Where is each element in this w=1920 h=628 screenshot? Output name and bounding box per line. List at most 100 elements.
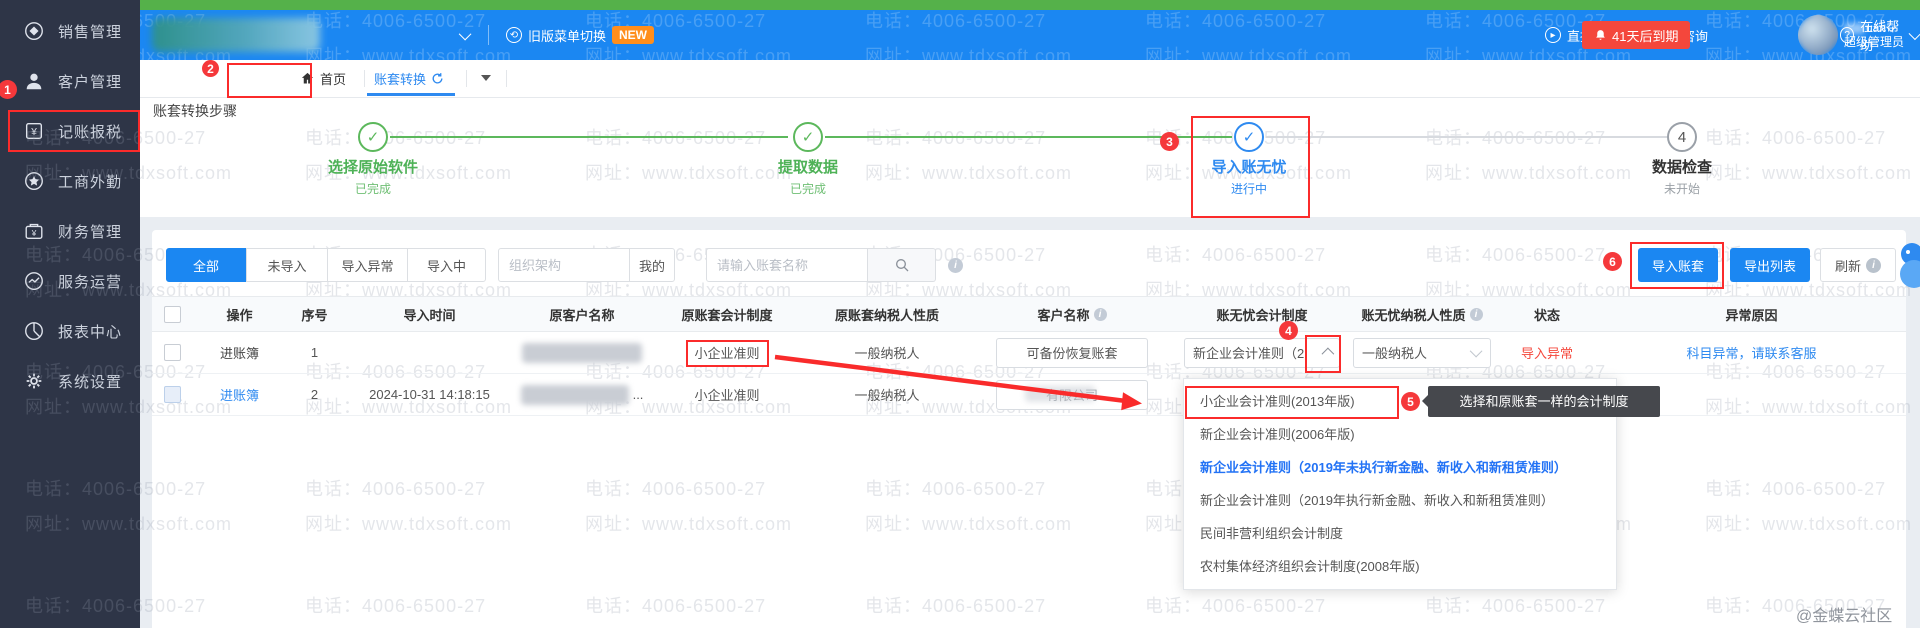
table-header-row: 操作 序号 导入时间 原客户名称 原账套会计制度 原账套纳税人性质 客户名称i … — [152, 296, 1906, 332]
sidebar-item-sales[interactable]: 销售管理 — [0, 6, 140, 56]
new-badge: NEW — [612, 26, 654, 44]
mine-filter-button[interactable]: 我的 — [629, 248, 675, 282]
dropdown-option[interactable]: 新企业会计准则（2019年执行新金融、新收入和新租赁准则） — [1184, 484, 1616, 517]
status-badge: 导入异常 — [1497, 343, 1597, 362]
step1-status: 已完成 — [273, 180, 473, 197]
sidebar-item-operations[interactable]: 服务运营 — [0, 256, 140, 306]
step3-status: 进行中 — [1149, 180, 1349, 197]
col-orig-taxpayer: 原账套纳税人性质 — [807, 305, 967, 324]
step3-circle: ✓ — [1234, 122, 1264, 152]
gear-icon — [22, 369, 46, 393]
customer-name-box[interactable]: 可备份恢复账套 — [996, 338, 1148, 368]
assistant-mascot[interactable] — [1894, 240, 1920, 295]
legacy-menu-switch[interactable]: ⟲ 旧版菜单切换 NEW — [506, 10, 654, 60]
enter-ledger-action[interactable]: 进账簿 — [192, 343, 287, 362]
chevron-down-icon — [1887, 22, 1897, 32]
step4-name: 数据检查 — [1582, 156, 1782, 177]
info-icon[interactable]: i — [1470, 308, 1483, 321]
filter-importing[interactable]: 导入中 — [407, 248, 486, 282]
sidebar-item-finance[interactable]: ¥ 财务管理 — [0, 206, 140, 256]
pie-chart-icon — [22, 319, 46, 343]
sidebar-item-label: 财务管理 — [58, 221, 122, 242]
sidebar-item-label: 记账报税 — [58, 121, 122, 142]
info-icon: i — [1866, 258, 1881, 273]
refresh-button[interactable]: 刷新 i — [1820, 248, 1896, 282]
tab-home[interactable]: 首页 — [300, 60, 346, 96]
refresh-tab-icon[interactable] — [431, 72, 444, 85]
col-error-reason: 异常原因 — [1597, 305, 1906, 324]
step4-circle: 4 — [1667, 122, 1697, 152]
org-switch-chevron[interactable] — [462, 10, 471, 60]
tab-account-conversion[interactable]: 账套转换 — [374, 60, 444, 96]
sidebar-item-reports[interactable]: 报表中心 — [0, 306, 140, 356]
steps-title: 账套转换步骤 — [153, 101, 237, 121]
tab-active-label: 账套转换 — [374, 69, 426, 88]
sidebar-item-label: 服务运营 — [58, 271, 122, 292]
dropdown-option[interactable]: 农村集体经济组织会计制度(2008年版) — [1184, 550, 1616, 583]
sidebar: 销售管理 客户管理 ¥ 记账报税 工商外勤 ¥ 财务管理 服务运营 — [0, 0, 140, 628]
orig-customer-suffix: ... — [633, 387, 644, 402]
step-connector-pending — [1266, 136, 1667, 138]
tab-separator — [364, 70, 365, 87]
dropdown-option[interactable]: 新企业会计准则（2019年未执行新金融、新收入和新租赁准则） — [1184, 451, 1616, 484]
tab-list-dropdown-caret[interactable] — [481, 75, 491, 81]
zwy-taxpayer-select[interactable]: 一般纳税人 — [1353, 338, 1491, 368]
user-role: 超级管理员 — [1844, 35, 1904, 49]
svg-text:¥: ¥ — [30, 127, 37, 138]
dropdown-option[interactable]: 新企业会计准则(2006年版) — [1184, 418, 1616, 451]
col-index: 序号 — [287, 305, 342, 324]
import-account-set-button[interactable]: 导入账套 — [1638, 248, 1718, 282]
orig-standard-value: 小企业准则 — [647, 385, 807, 404]
export-list-button[interactable]: 导出列表 — [1730, 248, 1810, 282]
zwy-taxpayer-value: 一般纳税人 — [1362, 343, 1427, 362]
app-root: 销售管理 客户管理 ¥ 记账报税 工商外勤 ¥ 财务管理 服务运营 — [0, 0, 1920, 628]
col-operation: 操作 — [192, 305, 287, 324]
customer-name-box[interactable]: 有限公司 — [996, 380, 1148, 410]
filter-all[interactable]: 全部 — [166, 248, 246, 282]
col-import-time: 导入时间 — [342, 305, 517, 324]
tab-bar: 首页 账套转换 — [140, 60, 1920, 98]
dropdown-option[interactable]: 民间非营利组织会计制度 — [1184, 517, 1616, 550]
table-row: 进账簿 1 小企业准则 一般纳税人 可备份恢复账套 新企业会计准则（2 一般纳税… — [152, 332, 1906, 374]
col-status: 状态 — [1497, 305, 1597, 324]
filter-import-error[interactable]: 导入异常 — [327, 248, 408, 282]
step2-name: 提取数据 — [708, 156, 908, 177]
top-green-strip — [140, 0, 1920, 10]
annotation-badge-3: 3 — [1160, 132, 1179, 151]
info-icon[interactable]: i — [948, 258, 963, 273]
expire-warning-badge[interactable]: 41天后到期 — [1582, 21, 1690, 49]
org-structure-select[interactable] — [498, 248, 630, 282]
user-info[interactable]: uan 超级管理员 — [1844, 21, 1904, 49]
name-blur — [1844, 23, 1864, 34]
sidebar-item-fieldwork[interactable]: 工商外勤 — [0, 156, 140, 206]
svg-text:¥: ¥ — [31, 229, 37, 238]
avatar[interactable] — [1798, 15, 1838, 55]
sidebar-item-label: 工商外勤 — [58, 171, 122, 192]
row-checkbox[interactable] — [164, 344, 181, 361]
customer-icon — [22, 69, 46, 93]
sidebar-item-customers[interactable]: 客户管理 — [0, 56, 140, 106]
orig-taxpayer-value: 一般纳税人 — [807, 343, 967, 362]
col-zwy-taxpayer: 账无忧纳税人性质i — [1347, 305, 1497, 324]
row-checkbox[interactable] — [164, 386, 181, 403]
tab-separator — [466, 70, 467, 87]
filter-not-imported[interactable]: 未导入 — [246, 248, 328, 282]
sidebar-item-settings[interactable]: 系统设置 — [0, 356, 140, 406]
search-input[interactable] — [706, 248, 868, 282]
home-icon — [300, 71, 315, 86]
zwy-standard-select[interactable]: 新企业会计准则（2 — [1184, 338, 1340, 368]
error-reason-link[interactable]: 科目异常，请联系客服 — [1597, 343, 1906, 362]
user-name: uan — [1866, 21, 1886, 35]
enter-ledger-action[interactable]: 进账簿 — [192, 385, 287, 404]
select-all-checkbox[interactable] — [164, 306, 181, 323]
sidebar-item-label: 系统设置 — [58, 371, 122, 392]
info-icon[interactable]: i — [1094, 308, 1107, 321]
col-customer: 客户名称i — [967, 305, 1177, 324]
cashbox-icon: ¥ — [22, 219, 46, 243]
sidebar-item-label: 客户管理 — [58, 71, 122, 92]
step3-name: 导入账无忧 — [1149, 156, 1349, 177]
search-button[interactable] — [868, 248, 936, 282]
annotation-badge-5: 5 — [1401, 392, 1420, 411]
col-orig-customer: 原客户名称 — [517, 305, 647, 324]
sidebar-item-bookkeeping[interactable]: ¥ 记账报税 — [0, 106, 140, 156]
